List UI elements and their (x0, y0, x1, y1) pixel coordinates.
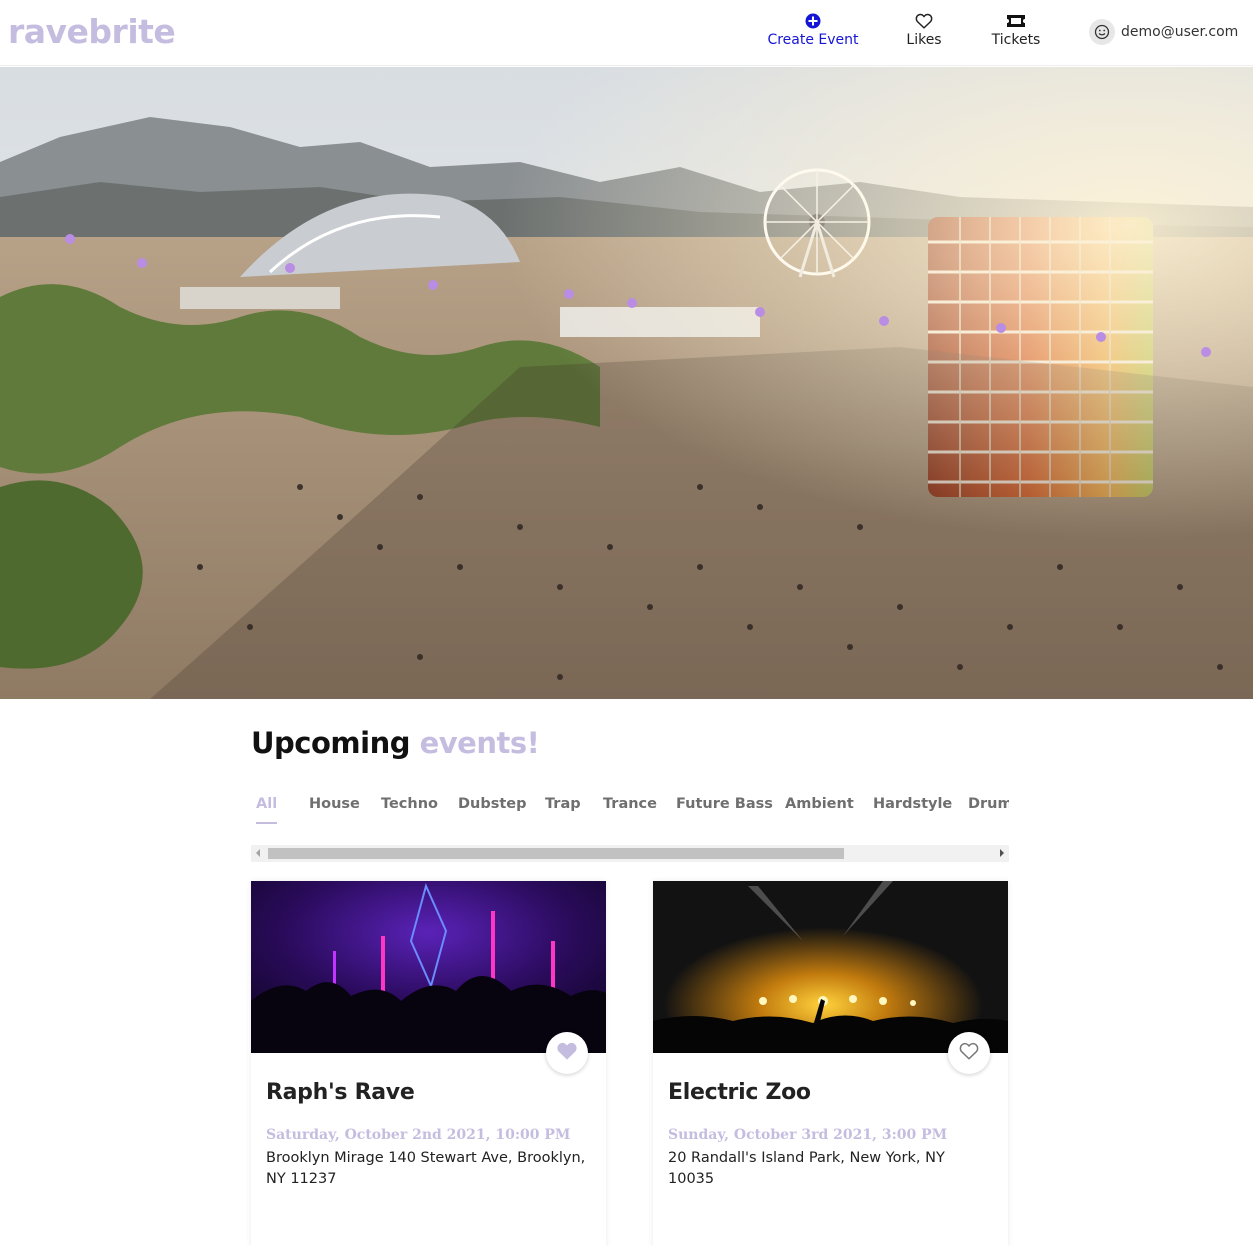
user-email: demo@user.com (1121, 24, 1239, 40)
hero-image (0, 67, 1253, 699)
tab-house[interactable]: House (309, 796, 360, 812)
event-address: Brooklyn Mirage 140 Stewart Ave, Brookly… (266, 1150, 586, 1187)
event-card[interactable]: Raph's Rave Saturday, October 2nd 2021, … (251, 881, 606, 1246)
create-event-label: Create Event (767, 32, 859, 48)
like-button[interactable] (546, 1032, 588, 1074)
ticket-icon (1006, 12, 1026, 30)
section-title: Upcoming events! (251, 726, 540, 760)
tab-ambient[interactable]: Ambient (785, 796, 854, 812)
event-date: Sunday, October 3rd 2021, 3:00 PM (668, 1127, 948, 1143)
tab-trap[interactable]: Trap (545, 796, 581, 812)
event-title[interactable]: Raph's Rave (266, 1080, 415, 1105)
smiley-icon (1089, 19, 1115, 45)
event-image (653, 881, 1008, 1053)
tab-hardstyle[interactable]: Hardstyle (873, 796, 952, 812)
event-card[interactable]: Electric Zoo Sunday, October 3rd 2021, 3… (653, 881, 1008, 1246)
logo[interactable]: ravebrite (8, 12, 176, 51)
create-event-button[interactable]: Create Event (762, 12, 864, 48)
heart-filled-icon (556, 1041, 578, 1065)
tickets-label: Tickets (991, 32, 1041, 48)
plus-circle-icon (805, 12, 821, 30)
tab-techno[interactable]: Techno (381, 796, 438, 812)
tab-drum[interactable]: Drum (968, 796, 1009, 812)
tab-future-bass[interactable]: Future Bass (676, 796, 773, 812)
like-button[interactable] (948, 1032, 990, 1074)
tickets-button[interactable]: Tickets (985, 12, 1047, 48)
tab-trance[interactable]: Trance (603, 796, 657, 812)
event-image (251, 881, 606, 1053)
event-title[interactable]: Electric Zoo (668, 1080, 811, 1105)
genre-tabs: All House Techno Dubstep Trap Trance Fut… (251, 790, 1009, 830)
top-navbar: ravebrite Create Event Likes Tickets dem… (0, 0, 1253, 66)
section-title-light: events! (419, 726, 540, 760)
event-date: Saturday, October 2nd 2021, 10:00 PM (266, 1127, 571, 1143)
scrollbar-thumb[interactable] (268, 848, 844, 859)
tab-all[interactable]: All (256, 796, 278, 824)
likes-button[interactable]: Likes (900, 12, 948, 48)
scroll-left-arrow-icon[interactable] (256, 849, 260, 857)
tab-dubstep[interactable]: Dubstep (458, 796, 527, 812)
event-address: 20 Randall's Island Park, New York, NY 1… (668, 1150, 945, 1187)
tabs-scrollbar[interactable] (251, 845, 1009, 862)
likes-label: Likes (906, 32, 942, 48)
section-title-dark: Upcoming (251, 726, 410, 760)
heart-outline-icon (959, 1042, 979, 1064)
user-menu[interactable]: demo@user.com (1089, 19, 1238, 45)
scroll-right-arrow-icon[interactable] (1000, 849, 1004, 857)
heart-outline-icon (915, 12, 933, 30)
